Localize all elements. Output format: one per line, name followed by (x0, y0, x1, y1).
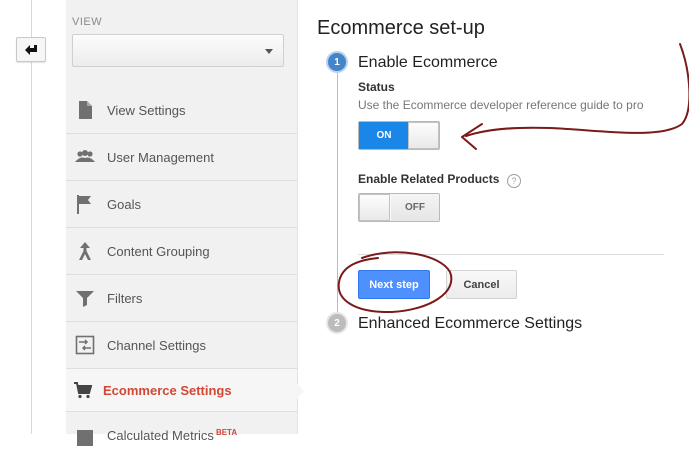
divider (358, 254, 664, 255)
status-label: Status (358, 80, 395, 94)
flag-icon (77, 195, 91, 214)
cart-icon (74, 382, 93, 399)
beta-badge: BETA (215, 428, 238, 437)
active-item-pointer (297, 383, 304, 399)
annotation-arrow-stroke (465, 43, 689, 137)
sidebar-item-content-grouping[interactable]: Content Grouping (66, 228, 297, 275)
calculated-metrics-icon (77, 430, 93, 446)
help-icon[interactable]: ? (507, 174, 521, 188)
filter-icon (76, 291, 94, 307)
step-connector-line (337, 72, 338, 316)
sidebar-item-label: Ecommerce Settings (103, 382, 232, 398)
step-1-indicator: 1 (326, 51, 348, 73)
view-label: VIEW (72, 16, 103, 28)
step-1-title: Enable Ecommerce (358, 54, 498, 71)
status-toggle[interactable]: ON (358, 121, 440, 150)
sidebar-item-label: User Management (107, 149, 214, 165)
related-products-toggle[interactable]: OFF (358, 193, 440, 222)
sidebar-item-user-management[interactable]: User Management (66, 134, 297, 181)
left-rail-line (31, 0, 32, 434)
next-step-button[interactable]: Next step (358, 270, 430, 299)
sidebar-item-ecommerce-settings[interactable]: Ecommerce Settings (66, 369, 297, 412)
view-select[interactable] (72, 34, 284, 67)
sidebar-item-view-settings[interactable]: View Settings (66, 87, 297, 134)
content-grouping-icon (79, 242, 91, 260)
sidebar-item-label-text: Calculated Metrics (107, 428, 214, 443)
status-help-text: Use the Ecommerce developer reference gu… (358, 98, 644, 112)
step-2-indicator: 2 (326, 312, 348, 334)
sidebar-item-label: View Settings (107, 102, 186, 118)
document-icon (79, 101, 92, 119)
cancel-button[interactable]: Cancel (446, 270, 517, 299)
back-arrow-icon (25, 44, 37, 55)
page-title: Ecommerce set-up (317, 17, 485, 39)
admin-sidebar: VIEW View Settings User Management Goals… (66, 0, 298, 446)
sidebar-item-calculated-metrics[interactable]: Calculated Metrics BETA (66, 420, 297, 467)
toggle-on-label: ON (359, 122, 409, 149)
users-icon (75, 150, 95, 162)
annotation-arrowhead (461, 123, 483, 150)
sidebar-item-label: Calculated Metrics BETA (107, 428, 237, 443)
toggle-knob[interactable] (359, 194, 390, 221)
back-button[interactable] (16, 37, 46, 62)
sidebar-item-channel-settings[interactable]: Channel Settings (66, 322, 297, 369)
sidebar-item-label: Filters (107, 290, 143, 306)
toggle-knob[interactable] (408, 122, 439, 149)
sidebar-item-label: Content Grouping (107, 243, 210, 259)
sidebar-item-label: Channel Settings (107, 337, 207, 353)
sidebar-item-filters[interactable]: Filters (66, 275, 297, 322)
toggle-off-label: OFF (391, 194, 439, 221)
related-products-label: Enable Related Products (358, 172, 500, 186)
sidebar-item-goals[interactable]: Goals (66, 181, 297, 228)
step-2-title: Enhanced Ecommerce Settings (358, 315, 583, 332)
chevron-down-icon (265, 49, 273, 54)
sidebar-item-label: Goals (107, 196, 141, 212)
channel-settings-icon (75, 335, 95, 355)
